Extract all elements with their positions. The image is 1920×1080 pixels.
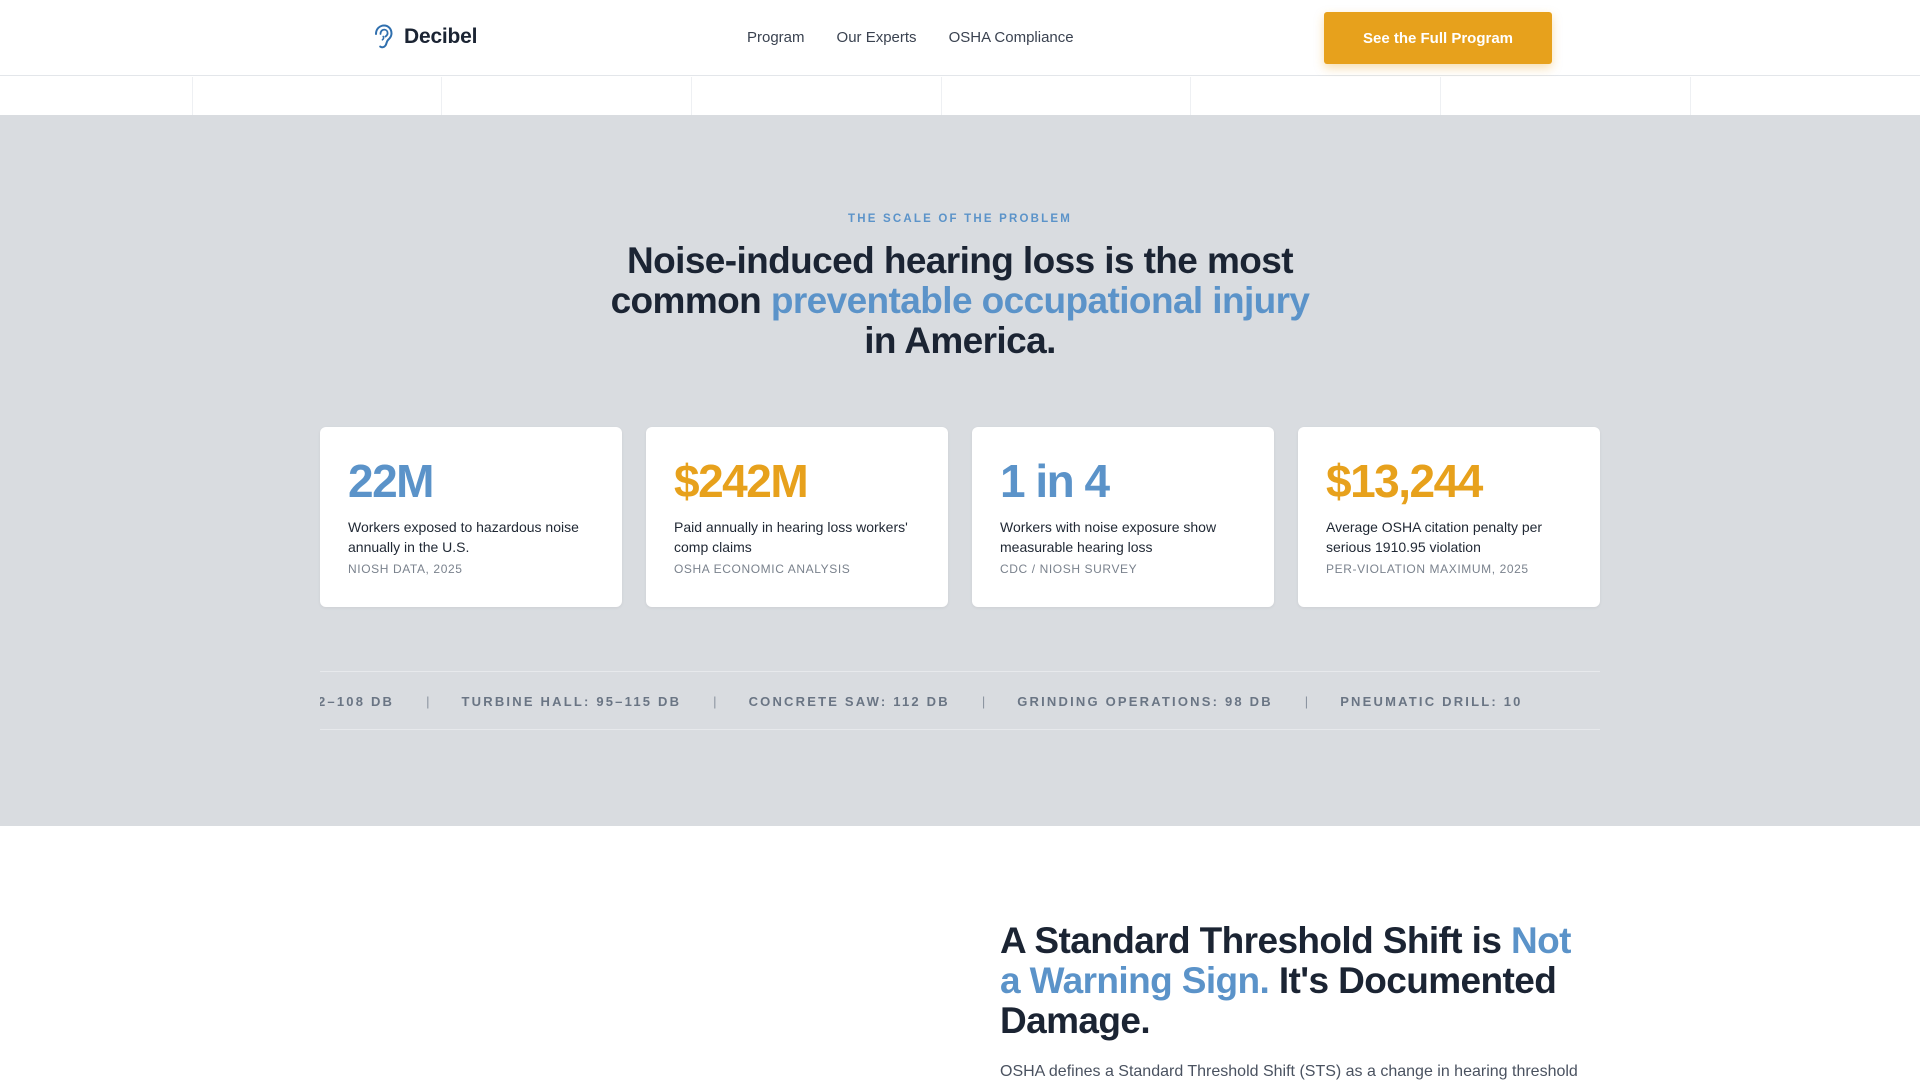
brand-name: Decibel [404,25,478,48]
stat-card: 22M Workers exposed to hazardous noise a… [320,427,622,607]
ticker-separator: | [981,693,986,709]
grid-line [192,77,193,115]
sts-headline: A Standard Threshold Shift is Not a Warn… [1000,921,1600,1041]
nav-link-our-experts[interactable]: Our Experts [837,29,917,46]
stat-value: $13,244 [1326,455,1483,507]
stat-description: Workers with noise exposure show measura… [1000,519,1217,555]
stat-description: Average OSHA citation penalty per seriou… [1326,519,1543,555]
ticker-separator: | [1304,693,1309,709]
grid-line [1190,77,1191,115]
sts-body-text: OSHA defines a Standard Threshold Shift … [1000,1063,1578,1080]
stat-description: Paid annually in hearing loss workers' c… [674,519,908,555]
ticker-item: GRINDING OPERATIONS: 98 DB [1017,693,1273,709]
headline-accent: preventable occupational injury [770,280,1310,321]
grid-line [441,77,442,115]
stat-card: $242M Paid annually in hearing loss work… [646,427,948,607]
nav-link-osha-compliance[interactable]: OSHA Compliance [949,29,1074,46]
nav-link-program[interactable]: Program [747,29,805,46]
stat-value: 1 in 4 [1000,455,1110,507]
main-nav: Program Our Experts OSHA Compliance [747,29,1074,46]
sts-headline-part1: A Standard Threshold Shift is [1000,920,1512,961]
brand-logo[interactable]: Decibel [372,24,478,50]
stat-source: OSHA ECONOMIC ANALYSIS [674,562,851,576]
grid-line [691,77,692,115]
stat-value: $242M [674,455,809,507]
grid-line [941,77,942,115]
decorative-grid-strip [0,77,1920,115]
ticker-separator: | [713,693,717,709]
section-headline: Noise-induced hearing loss is the most c… [610,241,1310,361]
see-full-program-button[interactable]: See the Full Program [1324,12,1552,64]
ticker-separator: | [426,693,430,709]
sts-section: A Standard Threshold Shift is Not a Warn… [0,826,1920,1080]
stat-value: 22M [348,455,434,507]
problem-section: THE SCALE OF THE PROBLEM Noise-induced h… [0,115,1920,826]
stat-source: PER-VIOLATION MAXIMUM, 2025 [1326,562,1529,576]
ticker-item: 2–108 DB [320,693,395,709]
ticker-item: PNEUMATIC DRILL: 10 [1340,693,1523,709]
ticker-item: CONCRETE SAW: 112 DB [748,693,950,709]
stat-source: NIOSH DATA, 2025 [348,562,463,576]
ear-icon [375,24,393,49]
stat-card: 1 in 4 Workers with noise exposure show … [972,427,1274,607]
grid-line [1690,77,1691,115]
noise-level-ticker: 2–108 DB | TURBINE HALL: 95–115 DB | CON… [320,671,1600,730]
stat-card: $13,244 Average OSHA citation penalty pe… [1298,427,1600,607]
site-header: Decibel Program Our Experts OSHA Complia… [0,0,1920,76]
grid-line [1440,77,1441,115]
ticker-item: TURBINE HALL: 95–115 DB [461,693,682,709]
stat-cards: 22M Workers exposed to hazardous noise a… [320,427,1600,607]
ticker-track: 2–108 DB | TURBINE HALL: 95–115 DB | CON… [320,672,1523,729]
section-eyebrow: THE SCALE OF THE PROBLEM [847,213,1073,225]
headline-part2: in America. [864,320,1056,361]
stat-description: Workers exposed to hazardous noise annua… [348,519,579,555]
stat-source: CDC / NIOSH SURVEY [1000,562,1138,576]
